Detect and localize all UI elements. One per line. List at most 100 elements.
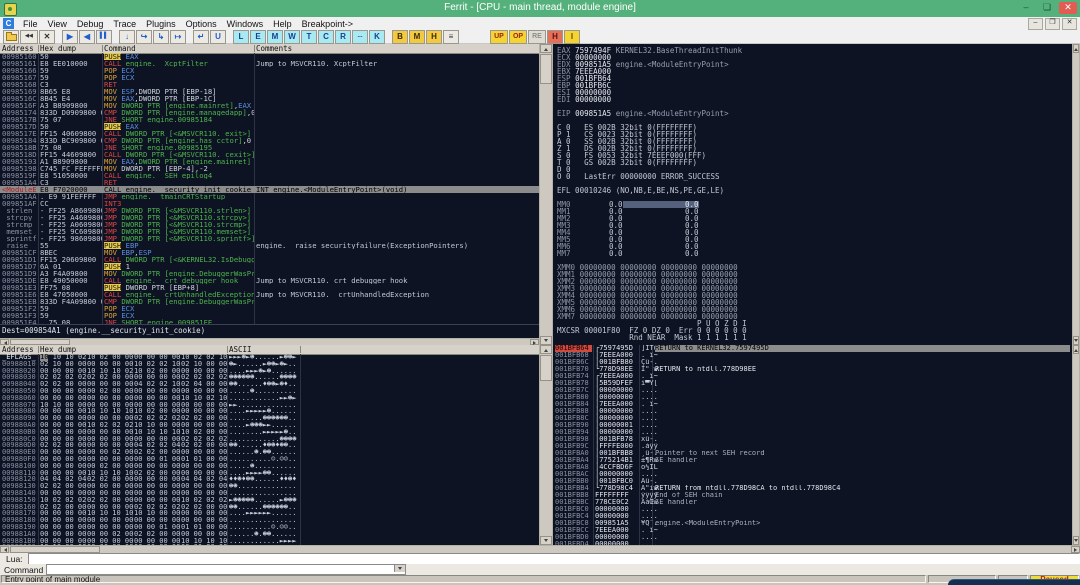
re-button[interactable]: RE: [528, 30, 546, 44]
dump-row[interactable]: 0098808000 00 00 0010 10 10 1010 02 00 0…: [0, 408, 539, 415]
register-line[interactable]: MM10.00.0: [553, 208, 1072, 215]
dump-row[interactable]: 0098812004 04 02 0402 02 00 0000 00 00 0…: [0, 476, 539, 483]
register-line[interactable]: EDI 00000000: [553, 96, 1072, 103]
menu-item-plugins[interactable]: Plugins: [141, 19, 181, 29]
mdi-minimize-button[interactable]: –: [1028, 18, 1043, 30]
dump-row[interactable]: 0098802000 00 00 0010 10 10 0210 02 00 0…: [0, 368, 539, 375]
disasm-row[interactable]: 0098517D50PUSH EAX: [0, 123, 539, 130]
stack-row[interactable]: 001BFBD000000000....: [553, 534, 1072, 541]
scroll-down-icon[interactable]: [540, 336, 552, 345]
register-line[interactable]: [553, 194, 1072, 201]
menu-item-help[interactable]: Help: [268, 19, 297, 29]
disasm-row[interactable]: 0098516050PUSH EAX: [0, 53, 539, 60]
disasm-row[interactable]: 0098518B75 08JNE SHORT engine.00985195: [0, 144, 539, 151]
minimize-button[interactable]: –: [1017, 2, 1035, 14]
scroll-up-icon[interactable]: [1073, 44, 1079, 53]
disasm-row[interactable]: 00985184833D BC909800 0CMP DWORD PTR [en…: [0, 137, 539, 144]
stack-row[interactable]: 001BFBC000000000....: [553, 506, 1072, 513]
disasm-row[interactable]: 00985161E8 EE010000CALL engine.__XcptFil…: [0, 60, 539, 67]
disassembly-hscrollbar[interactable]: [0, 338, 539, 345]
i-button[interactable]: I: [564, 30, 580, 44]
stack-row[interactable]: 001BFBB8FFFFFFFFÿÿÿÿEnd of SEH chain: [553, 492, 1072, 499]
open-file-button[interactable]: [3, 30, 19, 44]
bottom-hscrollbar[interactable]: [0, 545, 1080, 553]
disasm-row[interactable]: 009851EB833D F4A09800 0CMP DWORD PTR [en…: [0, 298, 539, 305]
run-to-user-code-button[interactable]: U: [210, 30, 226, 44]
scroll-thumb[interactable]: [10, 546, 100, 553]
hardware-breakpoints-button[interactable]: H: [426, 30, 442, 44]
stack-row[interactable]: 001BFBC8009851A5¥Q˜.engine.<ModuleEntryP…: [553, 520, 1072, 527]
dump-row[interactable]: 009880A000 00 00 0010 02 02 0210 10 00 0…: [0, 422, 539, 429]
mdi-close-button[interactable]: ✕: [1062, 18, 1077, 30]
close-button[interactable]: ✕: [1059, 2, 1077, 14]
call-stack-button[interactable]: K: [369, 30, 385, 44]
maximize-button[interactable]: ❏: [1038, 2, 1056, 14]
disasm-row[interactable]: 009851AA. E9 91FEFFFFJMP engine.__tmainC…: [0, 193, 539, 200]
log-window-button[interactable]: L: [233, 30, 249, 44]
menu-item-trace[interactable]: Trace: [108, 19, 141, 29]
stack-scrollbar[interactable]: [1072, 345, 1080, 545]
menu-item-breakpoint[interactable]: Breakpoint->: [297, 19, 358, 29]
disasm-row[interactable]: 00985193A1 B8909800MOV EAX,DWORD PTR [en…: [0, 158, 539, 165]
register-line[interactable]: MM30.00.0: [553, 222, 1072, 229]
rewind-button[interactable]: ◀◀: [20, 30, 38, 44]
register-line[interactable]: MM40.00.0: [553, 229, 1072, 236]
title-bar[interactable]: Ferrit - [CPU - main thread, module engi…: [0, 0, 1080, 17]
register-line[interactable]: O 0 LastErr 00000000 ERROR_SUCCESS: [553, 173, 1072, 180]
register-line[interactable]: EDX 009851A5 engine.<ModuleEntryPoint>: [553, 61, 1072, 68]
stack-row[interactable]: 001BFBB4└778D98C4Ä"ìwRETURN from ntdll.7…: [553, 485, 1072, 492]
pause-button[interactable]: ▌▌: [96, 30, 112, 44]
run-button[interactable]: ▶: [62, 30, 78, 44]
dump-row[interactable]: 009880E000 00 00 0000 00 02 0002 02 00 0…: [0, 449, 539, 456]
menu-item-windows[interactable]: Windows: [222, 19, 269, 29]
disasm-row[interactable]: 00985174833D D0909800 0CMP DWORD PTR [en…: [0, 109, 539, 116]
dump-row[interactable]: 009880D002 02 00 0000 00 00 0004 02 02 0…: [0, 442, 539, 449]
disasm-row[interactable]: 00985168C3RET: [0, 81, 539, 88]
references-button[interactable]: R: [335, 30, 351, 44]
dump-row[interactable]: 009881A000 00 00 0000 00 02 0002 02 00 0…: [0, 531, 539, 538]
run-trace-button[interactable]: ...: [352, 30, 368, 44]
dump-row[interactable]: 0098801002 10 00 0000 00 00 0010 02 02 1…: [0, 361, 539, 368]
menu-item-options[interactable]: Options: [181, 19, 222, 29]
register-line[interactable]: MM00.00.0: [553, 201, 1072, 208]
register-line[interactable]: MM20.00.0: [553, 215, 1072, 222]
mdi-restore-button[interactable]: ❐: [1045, 18, 1060, 30]
register-line[interactable]: ESP 001BFB64: [553, 75, 1072, 82]
dump-row[interactable]: 0098803002 02 02 0202 02 00 0000 00 00 0…: [0, 374, 539, 381]
stack-row[interactable]: 001BFBC400000000....: [553, 513, 1072, 520]
breakpoints-button[interactable]: B: [392, 30, 408, 44]
step-into-button[interactable]: ↓: [119, 30, 135, 44]
dump-row[interactable]: 0098804002 02 00 0000 00 00 0004 02 02 1…: [0, 381, 539, 388]
disasm-row[interactable]: 0098517B75 07JNE SHORT engine.00985184: [0, 116, 539, 123]
dump-row[interactable]: 0098818000 00 00 0000 00 00 0000 00 00 0…: [0, 517, 539, 524]
dump-row[interactable]: 0098817000 00 00 0010 10 10 1010 10 00 0…: [0, 510, 539, 517]
disasm-row[interactable]: 009851D76A 01PUSH 1: [0, 263, 539, 270]
dump-row[interactable]: 0098814000 00 00 0000 00 00 0000 00 00 0…: [0, 490, 539, 497]
stack-row[interactable]: 001BFBCC7EEEA000. î~: [553, 527, 1072, 534]
scroll-left-icon[interactable]: [0, 546, 9, 553]
close-debuggee-button[interactable]: ✕: [39, 30, 55, 44]
dump-row[interactable]: 0098816002 02 00 0000 00 00 0002 02 02 0…: [0, 504, 539, 511]
disasm-row[interactable]: 0098516C8B45 E4MOV EAX,DWORD PTR [EBP-1C…: [0, 95, 539, 102]
disasm-row[interactable]: 009851F259POP ECX: [0, 305, 539, 312]
register-line[interactable]: T 0 GS 002B 32bit 0(FFFFFFFF): [553, 159, 1072, 166]
disasm-row[interactable]: <ModuleEE8 F7020000CALL engine.__securit…: [0, 186, 539, 193]
register-line[interactable]: MM70.00.0: [553, 250, 1072, 257]
h-button[interactable]: H: [547, 30, 563, 44]
disasm-row[interactable]: _raise_55PUSH EBPengine.__raise_security…: [0, 242, 539, 249]
disasm-row[interactable]: 009851E3FF75 08PUSH DWORD PTR [EBP+8]: [0, 284, 539, 291]
registers-scrollbar[interactable]: [1072, 44, 1080, 345]
register-line[interactable]: EIP 009851A5 engine.<ModuleEntryPoint>: [553, 110, 1072, 117]
op-button[interactable]: OP: [509, 30, 527, 44]
memory-map-button[interactable]: M: [267, 30, 283, 44]
step-over-button[interactable]: ↪: [136, 30, 152, 44]
stack-row[interactable]: 001BFBBC778CE0C2ÂàŒwSE handler: [553, 499, 1072, 506]
scroll-down-icon[interactable]: [1073, 336, 1079, 345]
scroll-thumb[interactable]: [540, 355, 552, 381]
disasm-row[interactable]: 009851D1FF15 20609800CALL DWORD PTR [<&K…: [0, 256, 539, 263]
disassembly-scrollbar[interactable]: [539, 44, 553, 345]
dump-scrollbar[interactable]: [539, 345, 553, 545]
disasm-row[interactable]: 009851AFCCINT3: [0, 200, 539, 207]
scroll-up-icon[interactable]: [540, 44, 552, 53]
register-line[interactable]: EAX 7597494F KERNEL32.BaseThreadInitThun…: [553, 47, 1072, 54]
